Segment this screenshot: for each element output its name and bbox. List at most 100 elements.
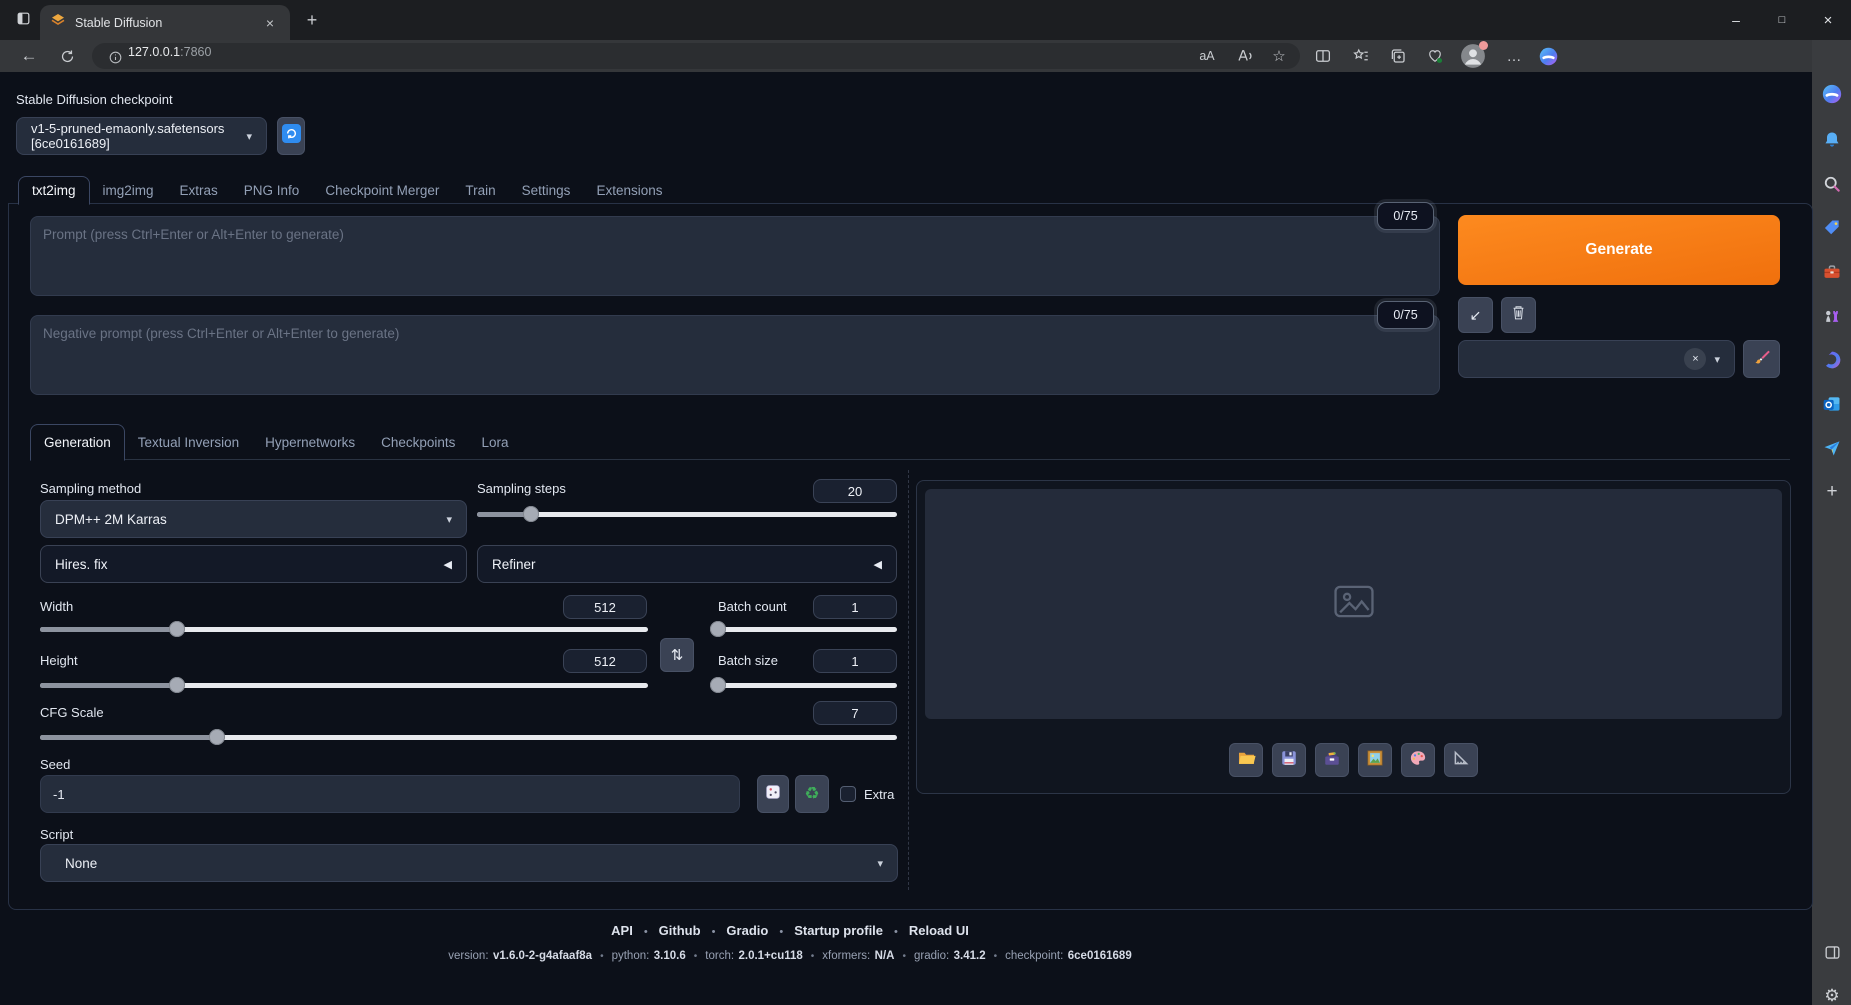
- tab-png-info[interactable]: PNG Info: [231, 176, 313, 204]
- swap-width-height-button[interactable]: ⇅: [660, 638, 694, 672]
- tab-close-icon[interactable]: ×: [260, 13, 280, 33]
- width-value[interactable]: 512: [563, 595, 647, 619]
- drop-paper-plane-icon[interactable]: [1820, 436, 1844, 460]
- save-image-button[interactable]: [1272, 743, 1306, 777]
- batch-count-value[interactable]: 1: [813, 595, 897, 619]
- window-maximize-button[interactable]: □: [1759, 0, 1805, 40]
- footer-link-reload-ui[interactable]: Reload UI: [909, 923, 969, 938]
- tools-toolbox-icon[interactable]: [1820, 260, 1844, 284]
- tab-settings[interactable]: Settings: [509, 176, 584, 204]
- send-to-inpaint-button[interactable]: [1401, 743, 1435, 777]
- footer-link-api[interactable]: API: [611, 923, 633, 938]
- sidebar-add-icon[interactable]: +: [1820, 480, 1844, 504]
- browser-tab-title: Stable Diffusion: [75, 15, 163, 30]
- sampling-method-label: Sampling method: [40, 481, 142, 496]
- generate-button[interactable]: Generate: [1458, 215, 1780, 285]
- slider-handle[interactable]: [169, 677, 186, 693]
- settings-menu-icon[interactable]: …: [1499, 42, 1529, 70]
- slider-handle[interactable]: [209, 729, 226, 745]
- height-slider[interactable]: [40, 677, 648, 693]
- width-slider[interactable]: [40, 621, 648, 637]
- site-info-icon[interactable]: [100, 43, 130, 71]
- slider-handle[interactable]: [710, 621, 726, 637]
- negative-prompt-input[interactable]: [30, 315, 1440, 395]
- translate-icon[interactable]: aA: [1192, 42, 1222, 70]
- prompt-input[interactable]: [30, 216, 1440, 296]
- tab-hypernetworks[interactable]: Hypernetworks: [252, 424, 368, 460]
- sidebar-settings-gear-icon[interactable]: ⚙: [1820, 984, 1844, 1005]
- favorites-hub-icon[interactable]: [1346, 42, 1376, 70]
- footer-link-gradio[interactable]: Gradio: [726, 923, 768, 938]
- folder-icon: [1237, 748, 1256, 772]
- refiner-accordion[interactable]: Refiner ◀: [477, 545, 897, 583]
- footer-link-startup-profile[interactable]: Startup profile: [794, 923, 883, 938]
- paste-generation-params-button[interactable]: ↙: [1458, 297, 1493, 333]
- clear-prompt-button[interactable]: [1501, 297, 1536, 333]
- hires-fix-accordion[interactable]: Hires. fix ◀: [40, 545, 467, 583]
- extra-seed-checkbox[interactable]: [840, 786, 856, 802]
- seed-label: Seed: [40, 757, 71, 772]
- edit-styles-button[interactable]: [1743, 340, 1780, 378]
- slider-handle[interactable]: [522, 506, 539, 522]
- browser-tab[interactable]: Stable Diffusion ×: [40, 5, 290, 40]
- copilot-sidebar-icon[interactable]: [1820, 82, 1844, 106]
- checkpoint-dropdown[interactable]: v1-5-pruned-emaonly.safetensors [6ce0161…: [16, 117, 267, 155]
- sidebar-toggle-icon[interactable]: [1820, 940, 1844, 964]
- microsoft-365-icon[interactable]: [1820, 348, 1844, 372]
- styles-clear-icon[interactable]: ×: [1684, 348, 1707, 370]
- tab-checkpoint-merger[interactable]: Checkpoint Merger: [312, 176, 452, 204]
- open-folder-button[interactable]: [1229, 743, 1263, 777]
- sampling-method-dropdown[interactable]: DPM++ 2M Karras ▾: [40, 500, 467, 538]
- seed-input[interactable]: [40, 775, 740, 813]
- slider-handle[interactable]: [169, 621, 186, 637]
- read-aloud-icon[interactable]: [1230, 42, 1260, 70]
- tab-train[interactable]: Train: [452, 176, 508, 204]
- sampling-steps-value[interactable]: 20: [813, 479, 897, 503]
- batch-size-slider[interactable]: [710, 677, 897, 693]
- profile-avatar[interactable]: [1460, 41, 1488, 69]
- window-close-button[interactable]: ×: [1805, 0, 1851, 40]
- tab-checkpoints[interactable]: Checkpoints: [368, 424, 468, 460]
- styles-dropdown[interactable]: × ▾: [1458, 340, 1735, 378]
- batch-size-value[interactable]: 1: [813, 649, 897, 673]
- window-minimize-button[interactable]: –: [1713, 0, 1759, 40]
- collections-icon[interactable]: [1383, 42, 1413, 70]
- sampling-steps-slider[interactable]: [477, 506, 897, 522]
- tab-extras[interactable]: Extras: [167, 176, 231, 204]
- url-text[interactable]: 127.0.0.1:7860: [128, 45, 211, 59]
- script-dropdown[interactable]: None ▾: [40, 844, 898, 882]
- reuse-seed-button[interactable]: ♻: [795, 775, 829, 813]
- tab-extensions[interactable]: Extensions: [583, 176, 675, 204]
- gradio-value: 3.41.2: [953, 950, 986, 962]
- random-seed-button[interactable]: [757, 775, 789, 813]
- games-chess-icon[interactable]: [1820, 304, 1844, 328]
- tab-textual-inversion[interactable]: Textual Inversion: [125, 424, 252, 460]
- refresh-icon[interactable]: [52, 42, 82, 70]
- cfg-scale-slider[interactable]: [40, 729, 897, 745]
- address-bar[interactable]: [92, 43, 1300, 69]
- back-icon[interactable]: ←: [14, 42, 44, 70]
- tab-generation[interactable]: Generation: [30, 424, 125, 461]
- slider-handle[interactable]: [710, 677, 726, 693]
- footer-link-github[interactable]: Github: [659, 923, 701, 938]
- cfg-scale-value[interactable]: 7: [813, 701, 897, 725]
- height-value[interactable]: 512: [563, 649, 647, 673]
- new-tab-button[interactable]: +: [300, 8, 324, 32]
- split-screen-icon[interactable]: [1308, 42, 1338, 70]
- shopping-tag-icon[interactable]: [1820, 216, 1844, 240]
- send-to-img2img-button[interactable]: [1358, 743, 1392, 777]
- browser-essentials-icon[interactable]: [1420, 42, 1450, 70]
- save-zip-button[interactable]: [1315, 743, 1349, 777]
- outlook-icon[interactable]: [1820, 392, 1844, 416]
- tab-txt2img[interactable]: txt2img: [18, 176, 90, 205]
- checkpoint-refresh-button[interactable]: [277, 117, 305, 155]
- tab-img2img[interactable]: img2img: [90, 176, 167, 204]
- notifications-bell-icon[interactable]: [1820, 128, 1844, 152]
- favorites-star-icon[interactable]: ☆: [1264, 42, 1294, 70]
- tab-lora[interactable]: Lora: [468, 424, 521, 460]
- copilot-toolbar-icon[interactable]: [1533, 42, 1563, 70]
- tab-actions-button[interactable]: [10, 8, 36, 34]
- send-to-extras-button[interactable]: [1444, 743, 1478, 777]
- search-icon[interactable]: [1820, 172, 1844, 196]
- batch-count-slider[interactable]: [710, 621, 897, 637]
